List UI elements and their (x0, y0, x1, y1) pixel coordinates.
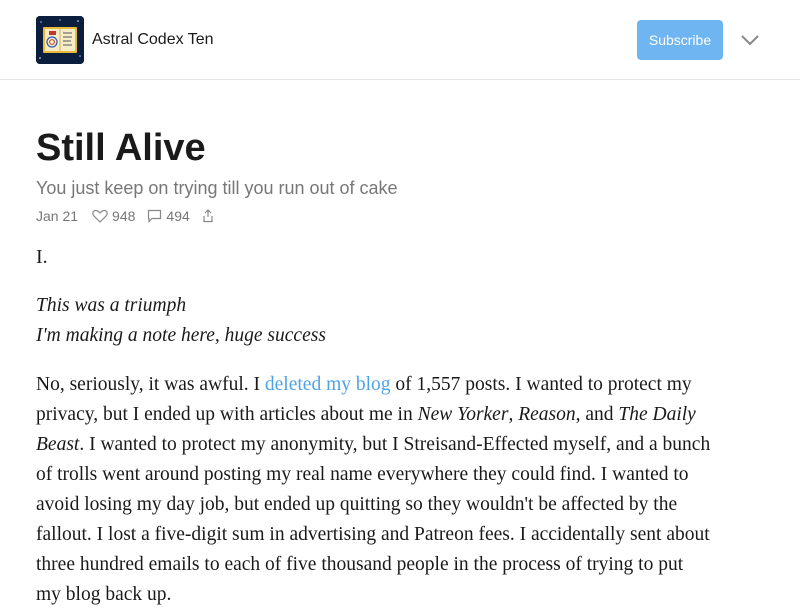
share-icon (203, 209, 213, 223)
poem-line: I'm making a note here, huge success (36, 325, 326, 346)
paragraph-line: three hundred emails to each of five tho… (36, 554, 684, 575)
publication-new-yorker: New Yorker (417, 404, 509, 425)
comment-count: 494 (166, 208, 190, 224)
comments-button[interactable]: 494 (147, 208, 190, 224)
section-heading: I. (36, 246, 48, 268)
body-paragraph: No, seriously, it was awful. I deleted m… (36, 370, 766, 610)
paragraph-line: fallout. I lost a five-digit sum in adve… (36, 524, 710, 545)
paragraph-line: No, seriously, it was awful. I deleted m… (36, 374, 692, 395)
epigraph: This was a triumph I'm making a note her… (36, 291, 766, 351)
paragraph-line: avoid losing my day job, but ended up qu… (36, 494, 678, 515)
paragraph-line: privacy, but I ended up with articles ab… (36, 404, 696, 425)
paragraph-line: Beast. I wanted to protect my anonymity,… (36, 434, 711, 455)
paragraph-line: of trolls went around posting my real na… (36, 464, 689, 485)
like-button[interactable]: 948 (92, 208, 135, 224)
publication-daily-beast: The Daily (618, 404, 696, 425)
post-date: Jan 21 (36, 208, 79, 224)
post-subtitle: You just keep on trying till you run out… (36, 178, 398, 198)
deleted-my-blog-link[interactable]: deleted my blog (265, 374, 391, 395)
paragraph-line: my blog back up. (36, 584, 172, 605)
heart-icon (92, 209, 108, 223)
publication-reason: Reason (518, 404, 576, 425)
astral-codex-ten-logo[interactable] (36, 16, 84, 64)
share-button[interactable] (202, 209, 214, 223)
subscribe-button[interactable]: Subscribe (637, 20, 723, 60)
top-navigation-bar: Astral Codex Ten Subscribe (0, 0, 800, 80)
publication-name[interactable]: Astral Codex Ten (92, 30, 214, 50)
like-count: 948 (112, 208, 136, 224)
post-title: Still Alive (36, 127, 206, 169)
poem-line: This was a triumph (36, 295, 187, 316)
comment-icon (148, 209, 162, 223)
chevron-down-icon[interactable] (738, 30, 762, 50)
post-meta: Jan 21 948 494 (36, 206, 214, 226)
